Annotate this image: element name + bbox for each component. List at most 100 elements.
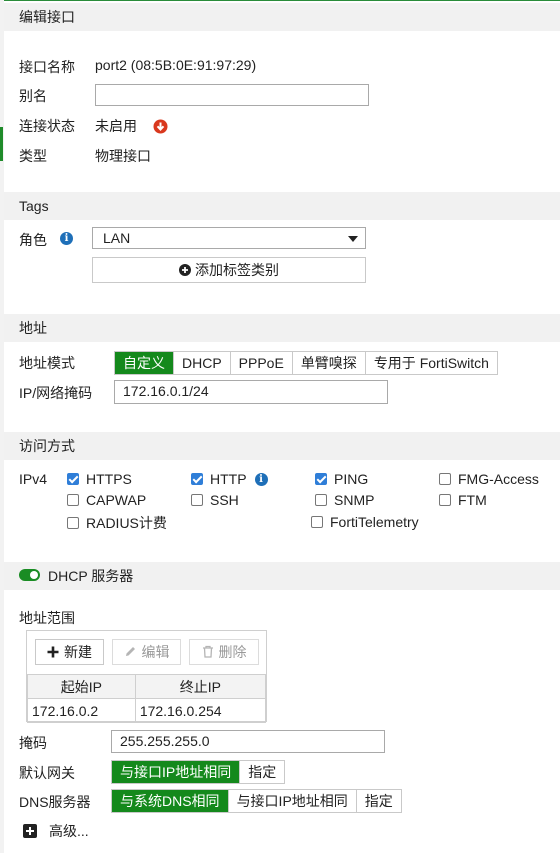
plus-circle-icon	[179, 264, 191, 276]
ip-mask-input[interactable]: 172.16.0.1/24	[114, 380, 388, 404]
ipv4-label: IPv4	[19, 471, 48, 487]
name-value: port2 (08:5B:0E:91:97:29)	[95, 57, 257, 73]
role-select[interactable]: LAN	[92, 227, 366, 249]
mode-custom[interactable]: 自定义	[115, 352, 174, 374]
access-section-header: 访问方式	[4, 432, 560, 460]
info-icon[interactable]: i	[60, 232, 73, 245]
name-label: 接口名称	[19, 59, 75, 75]
access-http-label: HTTP	[210, 471, 247, 487]
chevron-down-icon	[348, 236, 358, 242]
mode-fortiswitch[interactable]: 专用于 FortiSwitch	[365, 352, 497, 374]
checkbox-icon	[439, 473, 451, 485]
checkbox-icon	[439, 494, 451, 506]
edit-button-label: 编辑	[141, 644, 170, 660]
page-title-text: 编辑接口	[19, 9, 75, 25]
access-ping-checkbox[interactable]: PING	[315, 470, 368, 488]
status-value: 未启用	[95, 118, 137, 134]
address-range-table: 起始IP 终止IP 172.16.0.2 172.16.0.254	[27, 674, 267, 723]
address-range-label: 地址范围	[19, 610, 75, 626]
plus-icon	[47, 646, 59, 658]
access-ftm-label: FTM	[458, 492, 487, 508]
checkbox-icon	[315, 494, 327, 506]
new-button[interactable]: 新建	[35, 639, 104, 665]
active-nav-indicator	[0, 127, 3, 161]
default-gateway-selector: 与接口IP地址相同 指定	[111, 760, 286, 784]
status-down-icon	[153, 119, 168, 134]
table-header-row: 起始IP 终止IP	[27, 674, 267, 699]
start-ip-cell: 172.16.0.2	[27, 698, 136, 723]
dns-server-selector: 与系统DNS相同 与接口IP地址相同 指定	[111, 789, 402, 813]
access-http-checkbox[interactable]: HTTP i	[191, 470, 268, 488]
column-header-end-ip[interactable]: 终止IP	[134, 674, 267, 699]
delete-button-label: 删除	[218, 644, 247, 660]
address-mode-label: 地址模式	[19, 355, 75, 371]
address-mode-selector: 自定义 DHCP PPPoE 单臂嗅探 专用于 FortiSwitch	[114, 351, 498, 375]
advanced-label: 高级...	[49, 823, 89, 839]
type-label: 类型	[19, 148, 47, 164]
access-snmp-checkbox[interactable]: SNMP	[315, 491, 374, 509]
pencil-icon	[125, 647, 135, 656]
mode-pppoe[interactable]: PPPoE	[230, 352, 293, 374]
alias-label: 别名	[19, 88, 47, 104]
access-ssh-label: SSH	[210, 492, 239, 508]
access-fmg-checkbox[interactable]: FMG-Access	[439, 470, 539, 488]
trash-icon	[202, 645, 213, 658]
netmask-label: 掩码	[19, 735, 47, 751]
new-button-label: 新建	[64, 644, 92, 660]
add-tag-category-button[interactable]: 添加标签类别	[92, 257, 366, 283]
access-https-label: HTTPS	[86, 471, 132, 487]
role-select-value: LAN	[103, 230, 131, 246]
access-fortitelemetry-label: FortiTelemetry	[330, 514, 419, 530]
access-snmp-label: SNMP	[334, 492, 375, 508]
ip-mask-label: IP/网络掩码	[19, 385, 93, 401]
page-title: 编辑接口	[4, 3, 560, 31]
top-border	[0, 0, 560, 1]
access-fortitelemetry-checkbox[interactable]: FortiTelemetry	[311, 513, 419, 531]
gateway-same-as-interface[interactable]: 与接口IP地址相同	[112, 761, 241, 783]
checkbox-checked-icon	[315, 473, 327, 485]
dns-same-as-interface[interactable]: 与接口IP地址相同	[228, 790, 357, 812]
checkbox-checked-icon	[67, 473, 79, 485]
dhcp-toggle[interactable]	[19, 569, 40, 581]
access-radius-label: RADIUS计费	[86, 515, 167, 531]
access-ssh-checkbox[interactable]: SSH	[191, 491, 239, 509]
address-title: 地址	[19, 320, 47, 336]
gateway-specify[interactable]: 指定	[240, 761, 285, 783]
access-title: 访问方式	[19, 438, 75, 454]
mode-one-arm-sniffer[interactable]: 单臂嗅探	[292, 352, 366, 374]
mode-dhcp[interactable]: DHCP	[174, 352, 231, 374]
address-section-header: 地址	[4, 314, 560, 342]
access-radius-checkbox[interactable]: RADIUS计费	[67, 514, 167, 532]
access-capwap-checkbox[interactable]: CAPWAP	[67, 491, 146, 509]
checkbox-icon	[67, 517, 79, 529]
checkbox-icon	[311, 516, 323, 528]
access-ftm-checkbox[interactable]: FTM	[439, 491, 487, 509]
column-header-start-ip[interactable]: 起始IP	[27, 674, 136, 699]
alias-input[interactable]	[95, 84, 369, 106]
end-ip-cell: 172.16.0.254	[134, 698, 267, 723]
info-icon[interactable]: i	[254, 472, 268, 486]
dns-server-label: DNS服务器	[19, 794, 91, 810]
expand-plus-icon	[23, 824, 37, 838]
type-value: 物理接口	[95, 148, 151, 164]
edit-button[interactable]: 编辑	[112, 639, 181, 665]
tags-title: Tags	[19, 198, 49, 214]
dhcp-section-header: DHCP 服务器	[4, 562, 560, 590]
role-label: 角色	[19, 232, 47, 248]
access-ping-label: PING	[334, 471, 369, 487]
netmask-input[interactable]: 255.255.255.0	[111, 730, 385, 753]
dns-same-as-system[interactable]: 与系统DNS相同	[112, 790, 229, 812]
tags-section-header: Tags	[4, 192, 560, 220]
advanced-toggle[interactable]: 高级...	[23, 821, 89, 841]
checkbox-icon	[191, 494, 203, 506]
table-row[interactable]: 172.16.0.2 172.16.0.254	[27, 698, 267, 723]
status-label: 连接状态	[19, 118, 75, 134]
checkbox-icon	[67, 494, 79, 506]
delete-button[interactable]: 删除	[189, 639, 259, 665]
access-capwap-label: CAPWAP	[86, 492, 147, 508]
dns-specify[interactable]: 指定	[356, 790, 401, 812]
access-https-checkbox[interactable]: HTTPS	[67, 470, 132, 488]
access-fmg-label: FMG-Access	[458, 471, 539, 487]
add-tag-category-label: 添加标签类别	[195, 262, 279, 278]
dhcp-title: DHCP 服务器	[48, 568, 134, 584]
